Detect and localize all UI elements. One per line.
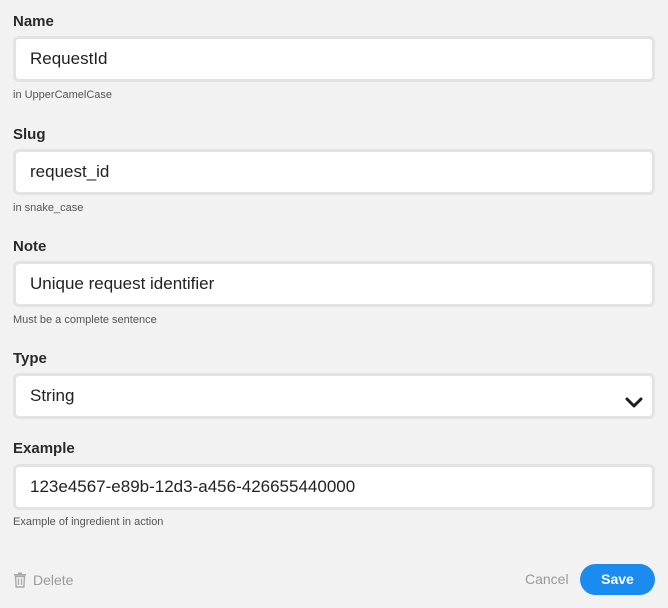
trash-icon <box>13 572 27 588</box>
type-selected-value: String <box>30 386 75 405</box>
note-field-group: Note Unique request identifier Must be a… <box>13 237 655 331</box>
name-field-group: Name RequestId in UpperCamelCase <box>13 12 655 106</box>
note-input[interactable]: Unique request identifier <box>13 261 655 307</box>
type-label: Type <box>13 350 47 367</box>
cancel-button[interactable]: Cancel <box>525 570 569 588</box>
note-label: Note <box>13 238 47 255</box>
delete-button[interactable]: Delete <box>13 571 73 589</box>
type-select[interactable]: String <box>13 373 655 419</box>
type-field-group: Type String <box>13 349 655 421</box>
name-hint: in UpperCamelCase <box>13 89 113 101</box>
slug-input[interactable]: request_id <box>13 149 655 195</box>
name-input[interactable]: RequestId <box>13 36 655 82</box>
name-label: Name <box>13 13 54 30</box>
ingredient-form: Name RequestId in UpperCamelCase Slug re… <box>0 0 668 608</box>
example-label: Example <box>13 440 75 457</box>
example-field-group: Example 123e4567-e89b-12d3-a456-42665544… <box>13 439 655 533</box>
slug-hint: in snake_case <box>13 202 84 214</box>
note-hint: Must be a complete sentence <box>13 314 157 326</box>
example-input[interactable]: 123e4567-e89b-12d3-a456-426655440000 <box>13 464 655 510</box>
save-button[interactable]: Save <box>580 564 655 595</box>
example-hint: Example of ingredient in action <box>13 516 164 528</box>
delete-label: Delete <box>33 572 74 588</box>
form-footer: Delete Cancel Save <box>0 562 668 596</box>
slug-label: Slug <box>13 126 46 143</box>
chevron-down-icon <box>624 387 644 408</box>
slug-field-group: Slug request_id in snake_case <box>13 125 655 219</box>
